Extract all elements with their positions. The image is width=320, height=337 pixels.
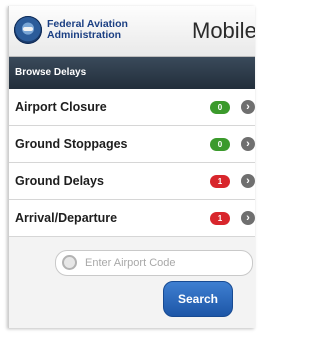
delay-row-label: Arrival/Departure <box>15 211 118 225</box>
chevron-right-icon[interactable]: › <box>241 100 255 114</box>
delay-row-label: Airport Closure <box>15 100 107 114</box>
section-title: Browse Delays <box>15 67 87 78</box>
chevron-right-icon[interactable]: › <box>241 174 255 188</box>
airport-code-search-field[interactable]: Enter Airport Code <box>55 250 253 276</box>
agency-name-line2: Administration <box>47 29 122 41</box>
phone-screen: Federal Aviation Administration Mobile B… <box>8 6 255 328</box>
agency-name: Federal Aviation Administration <box>47 19 157 41</box>
delay-count-badge: 0 <box>210 138 230 151</box>
app-header: Federal Aviation Administration Mobile <box>9 6 255 57</box>
delay-row-ground-stoppages[interactable]: Ground Stoppages 0 › <box>9 126 255 163</box>
delay-row-airport-closure[interactable]: Airport Closure 0 › <box>9 89 255 126</box>
screenshot-frame: Federal Aviation Administration Mobile B… <box>0 0 255 337</box>
search-icon <box>62 255 77 270</box>
section-header: Browse Delays <box>9 57 255 89</box>
chevron-right-icon[interactable]: › <box>241 137 255 151</box>
app-title: Mobile <box>192 18 255 43</box>
delay-row-arrival-departure[interactable]: Arrival/Departure 1 › <box>9 200 255 237</box>
search-placeholder: Enter Airport Code <box>85 257 176 269</box>
search-button[interactable]: Search <box>163 281 233 317</box>
delay-row-label: Ground Stoppages <box>15 137 128 151</box>
faa-seal-icon <box>14 16 42 44</box>
delay-row-ground-delays[interactable]: Ground Delays 1 › <box>9 163 255 200</box>
delay-list: Airport Closure 0 › Ground Stoppages 0 ›… <box>9 89 255 237</box>
delay-row-label: Ground Delays <box>15 174 104 188</box>
delay-count-badge: 1 <box>210 212 230 225</box>
delay-count-badge: 0 <box>210 101 230 114</box>
chevron-right-icon[interactable]: › <box>241 211 255 225</box>
delay-count-badge: 1 <box>210 175 230 188</box>
